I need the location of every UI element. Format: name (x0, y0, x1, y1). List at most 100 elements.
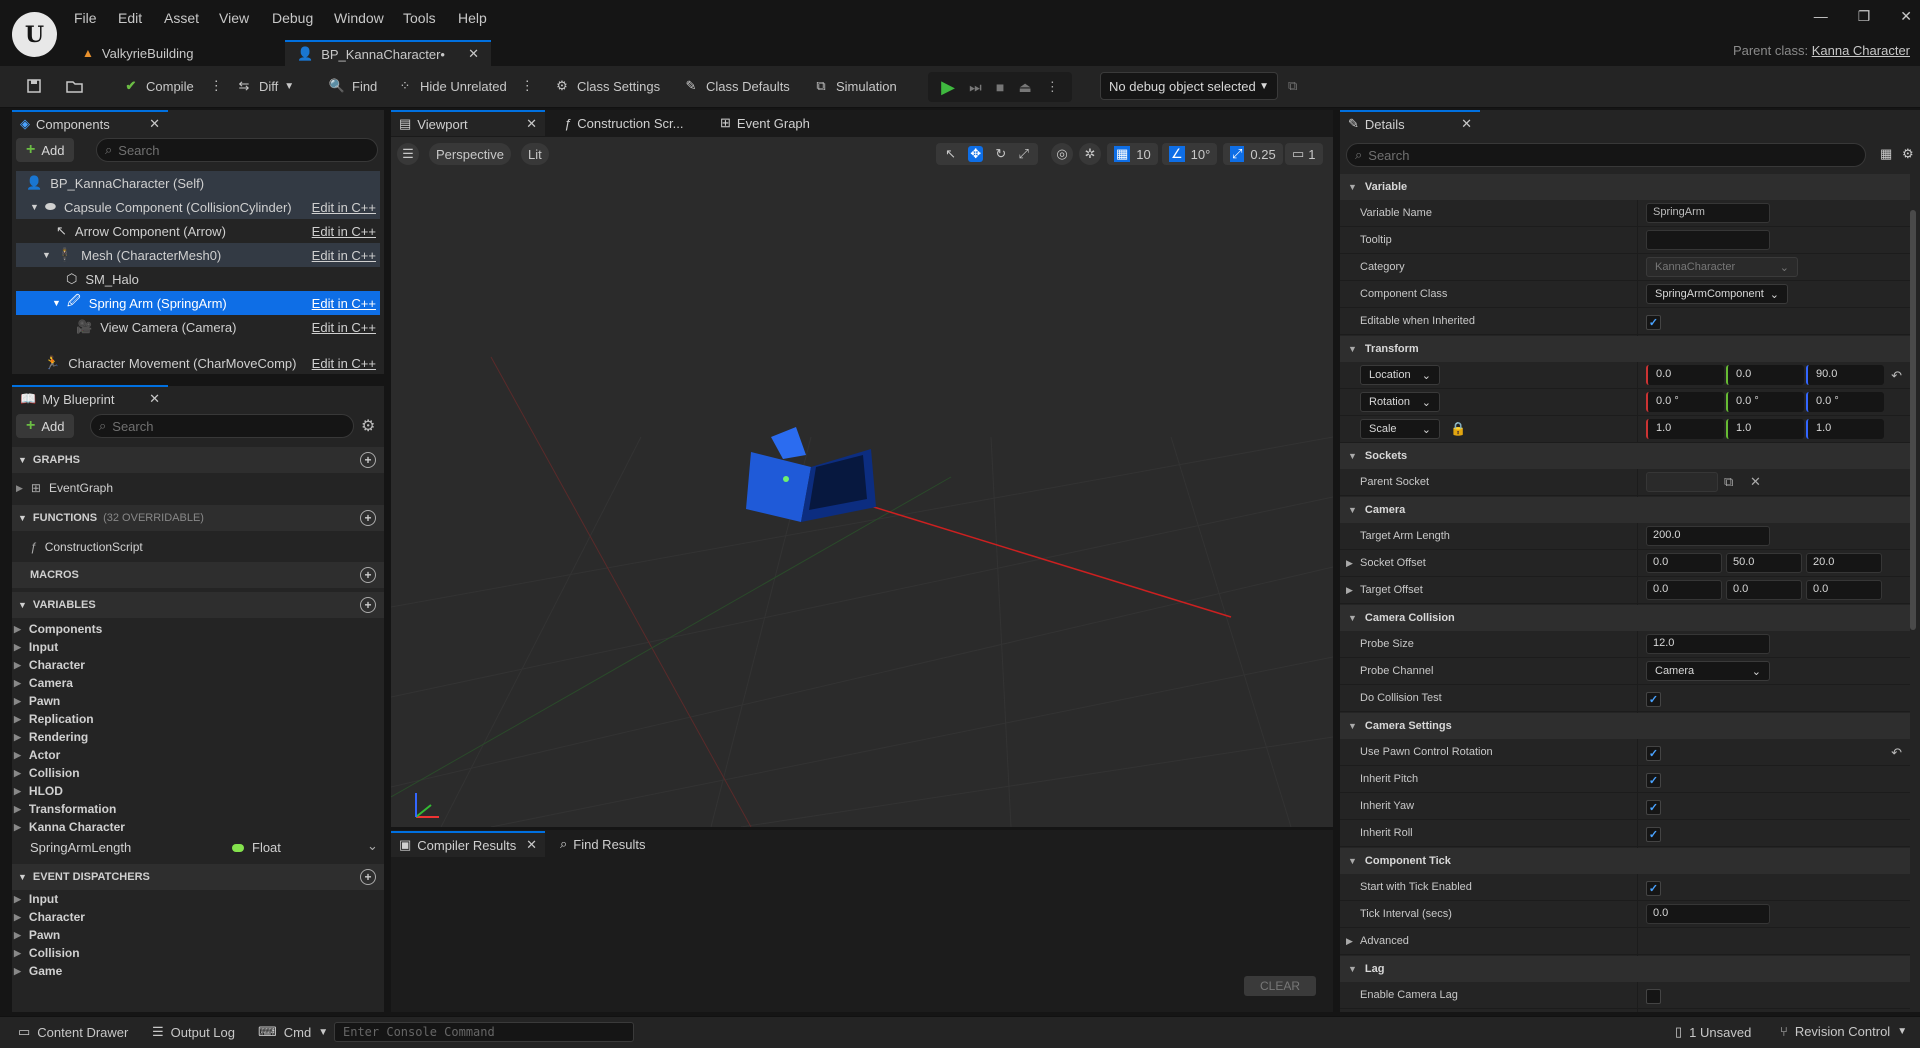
socket-browse-icon[interactable]: ⧉ (1724, 474, 1733, 490)
lock-icon[interactable]: 🔒 (1450, 421, 1466, 437)
variable-category-row[interactable]: ▶ Actor (14, 748, 60, 762)
content-drawer-button[interactable]: ▭ Content Drawer (18, 1024, 128, 1040)
step-icon[interactable]: ⏭ (969, 79, 982, 96)
expand-arrow-icon[interactable]: ▶ (14, 804, 21, 815)
output-log-button[interactable]: ☰ Output Log (152, 1024, 235, 1040)
eject-icon[interactable]: ⏏ (1018, 79, 1031, 96)
menu-debug[interactable]: Debug (272, 10, 313, 26)
class-settings-button[interactable]: ⚙ Class Settings (553, 77, 660, 95)
tab-valkyrie-building[interactable]: ▲ ValkyrieBuilding (70, 40, 205, 66)
section-camera-collision[interactable]: ▼ Camera Collision (1340, 605, 1910, 631)
components-search-input[interactable]: ⌕ Search (96, 138, 378, 162)
chevron-icon[interactable]: ⌄ (367, 838, 378, 854)
settings-gear-icon[interactable]: ⚙ (1902, 146, 1914, 162)
expand-arrow-icon[interactable]: ▶ (14, 624, 21, 635)
table-view-icon[interactable]: ▦ (1880, 146, 1892, 162)
start-tick-checkbox[interactable]: ✓ (1646, 881, 1661, 896)
graphs-section[interactable]: ▼ GRAPHS + (12, 447, 384, 473)
expand-arrow-icon[interactable]: ▶ (14, 732, 21, 743)
tooltip-field[interactable] (1646, 230, 1770, 250)
add-macro-icon[interactable]: + (360, 567, 376, 583)
socket-offset-z[interactable]: 20.0 (1806, 553, 1882, 573)
expand-arrow-icon[interactable]: ▶ (14, 912, 21, 923)
kebab-icon[interactable]: ⋮ (210, 78, 223, 94)
expand-arrow-icon[interactable]: ▶ (14, 948, 21, 959)
target-offset-x[interactable]: 0.0 (1646, 580, 1722, 600)
menu-tools[interactable]: Tools (403, 10, 436, 26)
rotation-z-field[interactable]: 0.0 ° (1806, 392, 1884, 412)
section-variable[interactable]: ▼ Variable (1340, 174, 1910, 200)
variable-category-row[interactable]: ▶ Components (14, 622, 102, 636)
expand-arrow-icon[interactable]: ▼ (52, 298, 61, 308)
menu-view[interactable]: View (219, 10, 249, 26)
expand-arrow-icon[interactable]: ▶ (14, 894, 21, 905)
add-dispatcher-icon[interactable]: + (360, 869, 376, 885)
kebab-icon[interactable]: ⋮ (521, 78, 534, 94)
target-arm-length-field[interactable]: 200.0 (1646, 526, 1770, 546)
dispatcher-category-row[interactable]: ▶ Collision (14, 946, 80, 960)
close-icon[interactable]: ✕ (526, 116, 537, 132)
variables-section[interactable]: ▼ VARIABLES + (12, 592, 384, 618)
expand-arrow-icon[interactable]: ▼ (42, 250, 51, 260)
scale-snap-button[interactable]: ⤢ 0.25 (1223, 143, 1283, 165)
tab-bp-kanna-character[interactable]: 👤 BP_KannaCharacter• ✕ (285, 40, 491, 66)
expand-arrow-icon[interactable]: ▶ (1346, 585, 1353, 596)
parent-socket-field[interactable] (1646, 472, 1718, 492)
parent-class-link[interactable]: Kanna Character (1812, 43, 1910, 58)
scale-x-field[interactable]: 1.0 (1646, 419, 1724, 439)
functions-section[interactable]: ▼ FUNCTIONS (32 OVERRIDABLE) + (12, 505, 384, 531)
angle-snap-button[interactable]: ∠ 10° (1162, 143, 1218, 165)
var-springarmlength[interactable]: SpringArmLength (30, 840, 131, 855)
variable-category-row[interactable]: ▶ Rendering (14, 730, 88, 744)
class-defaults-button[interactable]: ✎ Class Defaults (682, 77, 790, 95)
close-icon[interactable]: ✕ (149, 391, 160, 407)
expand-arrow-icon[interactable]: ▶ (14, 930, 21, 941)
expand-arrow-icon[interactable]: ▶ (14, 822, 21, 833)
move-icon[interactable]: ✥ (968, 146, 984, 162)
close-tab-icon[interactable]: ✕ (468, 46, 479, 62)
component-row-camera[interactable]: 🎥 View Camera (Camera) Edit in C++ (16, 315, 380, 339)
revision-control-button[interactable]: ⑂ Revision Control ▼ (1780, 1024, 1907, 1039)
restore-icon[interactable]: ❐ (1858, 8, 1871, 25)
expand-arrow-icon[interactable]: ▶ (14, 786, 21, 797)
menu-file[interactable]: File (74, 10, 97, 26)
play-icon[interactable]: ▶ (941, 77, 955, 98)
expand-arrow-icon[interactable]: ▶ (14, 642, 21, 653)
scale-z-field[interactable]: 1.0 (1806, 419, 1884, 439)
camera-speed-button[interactable]: ▭ 1 (1285, 143, 1323, 165)
tab-details[interactable]: ✎ Details ✕ (1340, 110, 1480, 136)
expand-arrow-icon[interactable]: ▶ (14, 966, 21, 977)
variable-category-row[interactable]: ▶ Input (14, 640, 58, 654)
grid-snap-button[interactable]: ▦ 10 (1107, 143, 1158, 165)
unsaved-indicator[interactable]: ▯ 1 Unsaved (1675, 1024, 1751, 1040)
inherit-yaw-checkbox[interactable]: ✓ (1646, 800, 1661, 815)
expand-arrow-icon[interactable]: ▶ (14, 696, 21, 707)
kebab-icon[interactable]: ⋮ (1046, 79, 1059, 95)
section-transform[interactable]: ▼ Transform (1340, 336, 1910, 362)
tab-viewport[interactable]: ▤ Viewport ✕ (391, 110, 545, 136)
console-command-input[interactable]: Enter Console Command (334, 1022, 634, 1042)
variable-category-row[interactable]: ▶ Camera (14, 676, 73, 690)
unreal-logo-icon[interactable]: U (12, 12, 57, 57)
tab-find-results[interactable]: ⌕ Find Results (552, 831, 654, 857)
menu-asset[interactable]: Asset (164, 10, 199, 26)
expand-arrow-icon[interactable]: ▶ (14, 660, 21, 671)
expand-arrow-icon[interactable]: ▶ (16, 483, 23, 494)
tick-interval-field[interactable]: 0.0 (1646, 904, 1770, 924)
socket-offset-x[interactable]: 0.0 (1646, 553, 1722, 573)
section-sockets[interactable]: ▼ Sockets (1340, 443, 1910, 469)
component-class-select[interactable]: SpringArmComponent ⌄ (1646, 284, 1788, 304)
event-dispatchers-section[interactable]: ▼ EVENT DISPATCHERS + (12, 864, 384, 890)
section-camera[interactable]: ▼ Camera (1340, 497, 1910, 523)
probe-channel-select[interactable]: Camera ⌄ (1646, 661, 1770, 681)
find-button[interactable]: 🔍 Find (328, 77, 377, 95)
component-row-self[interactable]: 👤 BP_KannaCharacter (Self) (16, 171, 380, 195)
tab-construction-script[interactable]: ƒ Construction Scr... (556, 110, 691, 136)
scale-mode-select[interactable]: Scale ⌄ (1360, 419, 1440, 439)
menu-window[interactable]: Window (334, 10, 384, 26)
component-row-mesh[interactable]: ▼ 🕴 Mesh (CharacterMesh0) Edit in C++ (16, 243, 380, 267)
variable-category-row[interactable]: ▶ Kanna Character (14, 820, 125, 834)
dispatcher-category-row[interactable]: ▶ Character (14, 910, 85, 924)
my-blueprint-search-input[interactable]: ⌕ Search (90, 414, 354, 438)
variable-category-row[interactable]: ▶ Collision (14, 766, 80, 780)
